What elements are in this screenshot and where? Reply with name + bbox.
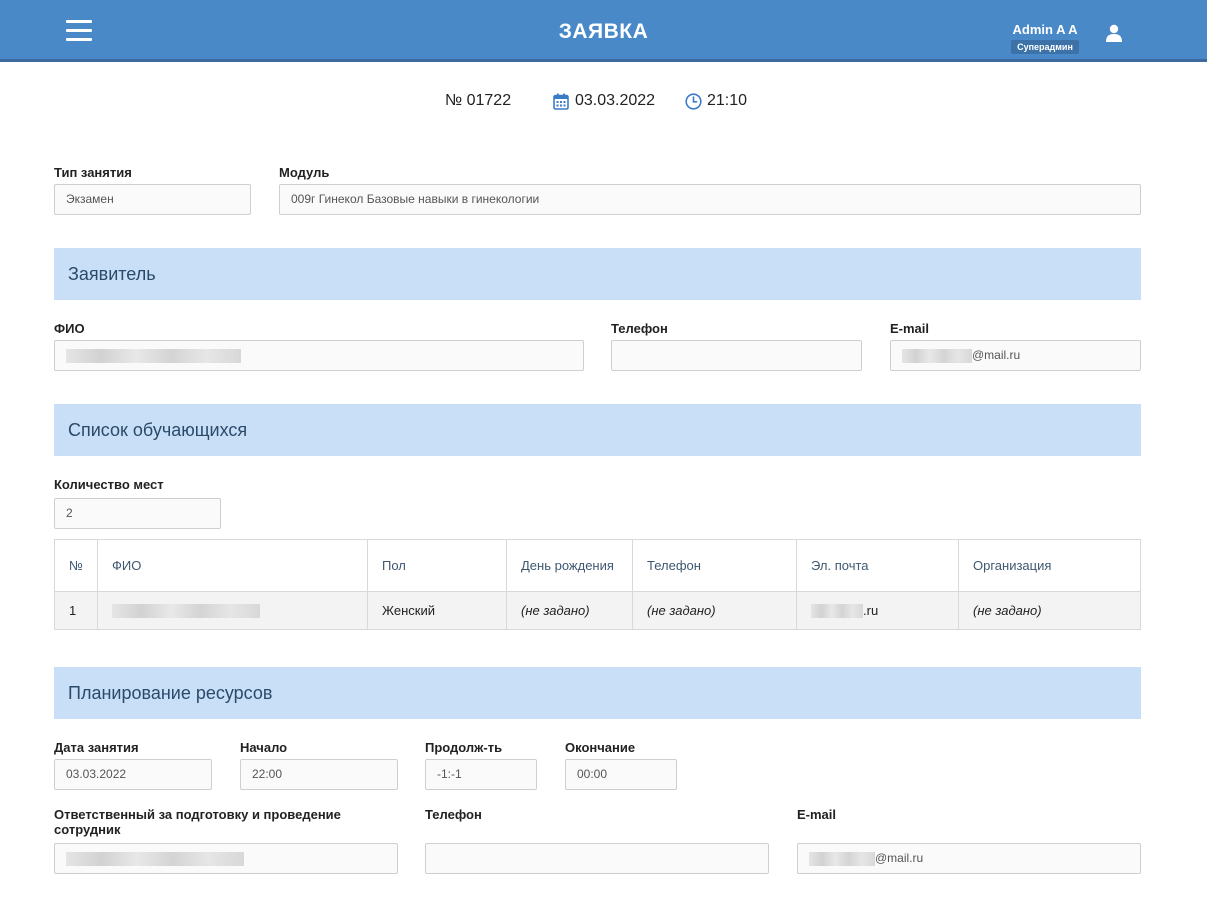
lesson-date-field[interactable]: 03.03.2022	[54, 759, 212, 790]
cell-email: .ru	[796, 591, 959, 630]
module-field[interactable]: 009г Гинекол Базовые навыки в гинекологи…	[279, 184, 1141, 215]
applicant-phone-label: Телефон	[611, 321, 668, 336]
duration-label: Продолж-ть	[425, 740, 503, 755]
calendar-icon	[553, 93, 569, 110]
applicant-email-domain: @mail.ru	[972, 348, 1021, 362]
column-header-num[interactable]: №	[54, 539, 98, 592]
request-date: 03.03.2022	[553, 92, 655, 110]
clock-icon	[685, 92, 702, 110]
redacted-text	[809, 851, 875, 866]
column-header-phone[interactable]: Телефон	[632, 539, 797, 592]
section-students: Список обучающихся	[54, 404, 1141, 456]
request-info-row: № 01722 03.03.2022 21:10	[0, 92, 1207, 112]
end-time-field[interactable]: 00:00	[565, 759, 677, 790]
duration-field[interactable]: -1:-1	[425, 759, 537, 790]
cell-organization: (не задано)	[958, 591, 1141, 630]
responsible-phone-label: Телефон	[425, 807, 482, 822]
column-header-organization[interactable]: Организация	[958, 539, 1141, 592]
redacted-text	[902, 348, 972, 363]
lesson-type-label: Тип занятия	[54, 165, 132, 180]
column-header-email[interactable]: Эл. почта	[796, 539, 959, 592]
cell-birthday: (не задано)	[506, 591, 633, 630]
column-header-gender[interactable]: Пол	[367, 539, 507, 592]
applicant-fio-field[interactable]	[54, 340, 584, 371]
request-date-text: 03.03.2022	[575, 92, 656, 109]
request-time-text: 21:10	[707, 92, 748, 109]
redacted-text	[112, 604, 260, 619]
cell-email-domain: .ru	[863, 602, 879, 618]
request-number: № 01722	[445, 92, 512, 109]
module-label: Модуль	[279, 165, 330, 180]
column-header-birthday[interactable]: День рождения	[506, 539, 633, 592]
table-header-row: № ФИО Пол День рождения Телефон Эл. почт…	[54, 539, 1141, 592]
lesson-type-field[interactable]: Экзамен	[54, 184, 251, 215]
cell-fio	[97, 591, 368, 630]
responsible-email-field[interactable]: @mail.ru	[797, 843, 1141, 874]
cell-num: 1	[54, 591, 98, 630]
user-info[interactable]: Admin A A Суперадмин	[1008, 22, 1082, 55]
students-table: № ФИО Пол День рождения Телефон Эл. почт…	[54, 539, 1141, 630]
end-time-label: Окончание	[565, 740, 636, 755]
applicant-fio-label: ФИО	[54, 321, 85, 336]
start-time-field[interactable]: 22:00	[240, 759, 398, 790]
start-time-label: Начало	[240, 740, 288, 755]
user-role-badge: Суперадмин	[1011, 40, 1079, 54]
responsible-phone-field[interactable]	[425, 843, 769, 874]
responsible-field[interactable]	[54, 843, 398, 874]
applicant-email-field[interactable]: @mail.ru	[890, 340, 1141, 371]
cell-gender: Женский	[367, 591, 507, 630]
applicant-phone-field[interactable]	[611, 340, 862, 371]
cell-phone: (не задано)	[632, 591, 797, 630]
responsible-email-label: E-mail	[797, 807, 837, 822]
seats-label: Количество мест	[54, 477, 164, 492]
section-resources: Планирование ресурсов	[54, 667, 1141, 719]
table-row[interactable]: 1 Женский (не задано) (не задано) .ru (н…	[54, 591, 1141, 630]
user-name: Admin A A	[1012, 22, 1078, 37]
applicant-email-label: E-mail	[890, 321, 930, 336]
redacted-text	[811, 604, 863, 619]
lesson-date-label: Дата занятия	[54, 740, 139, 755]
request-time: 21:10	[685, 92, 747, 110]
seats-field[interactable]: 2	[54, 498, 221, 529]
column-header-fio[interactable]: ФИО	[97, 539, 368, 592]
user-icon[interactable]	[1105, 24, 1123, 42]
top-bar: ЗАЯВКА Admin A A Суперадмин	[0, 0, 1207, 62]
responsible-label: Ответственный за подготовку и проведение…	[54, 807, 341, 837]
redacted-text	[66, 348, 241, 363]
responsible-email-domain: @mail.ru	[875, 851, 924, 865]
section-applicant: Заявитель	[54, 248, 1141, 300]
redacted-text	[66, 851, 244, 866]
